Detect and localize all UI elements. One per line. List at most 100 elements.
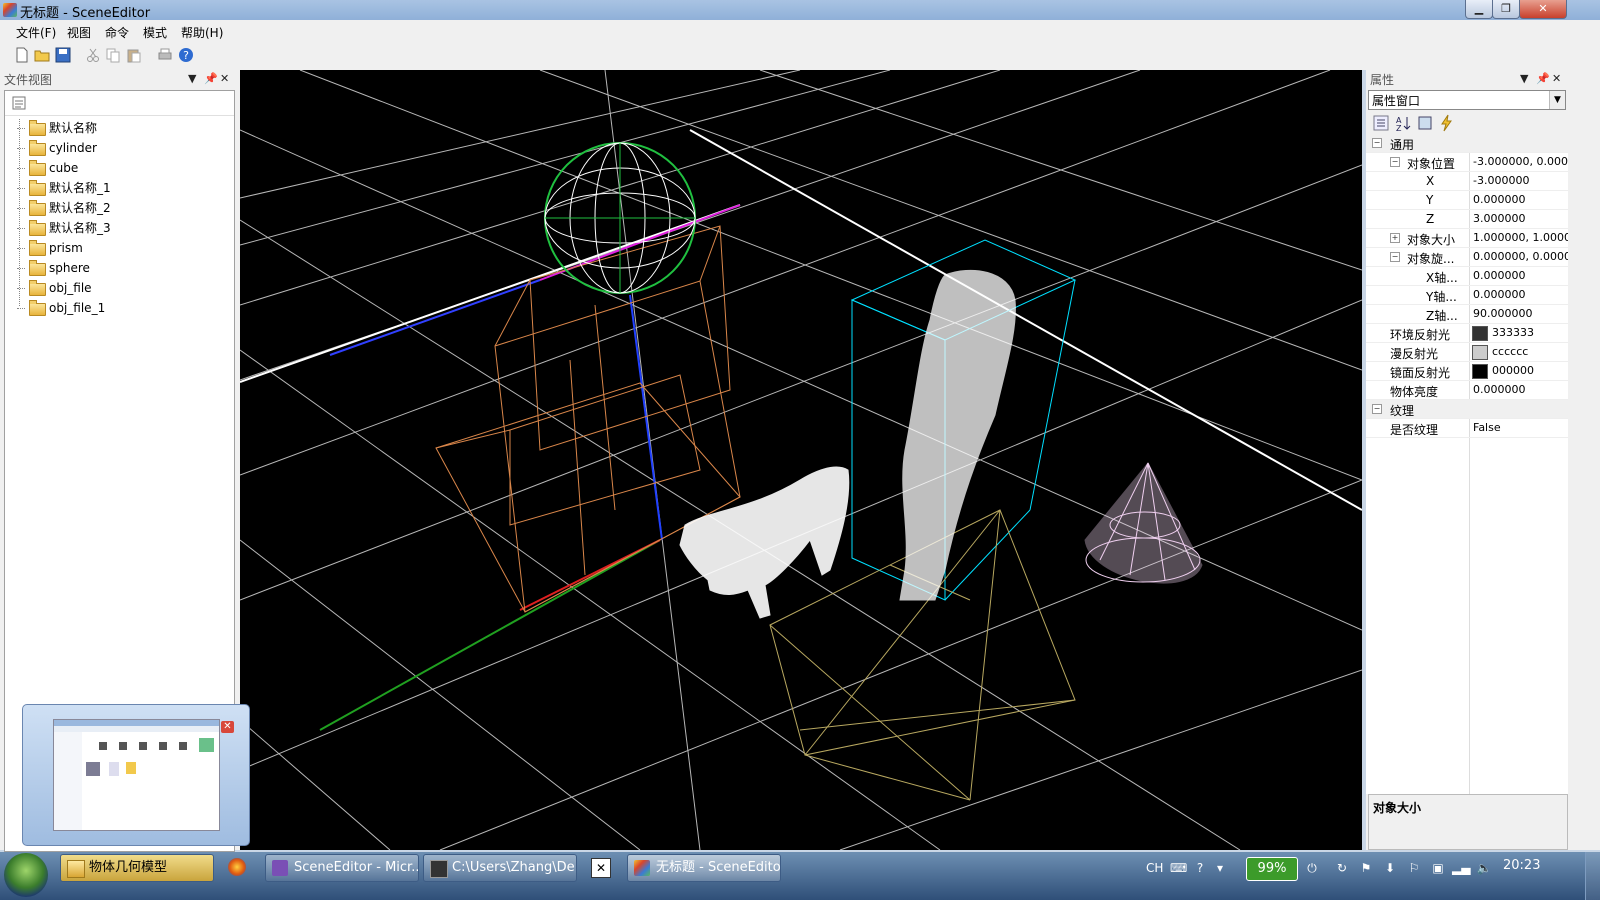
network-icon[interactable]: ▂▄	[1452, 860, 1470, 876]
sync-icon[interactable]: ↻	[1334, 860, 1350, 876]
taskbar-item[interactable]: C:\Users\Zhang\De...	[423, 854, 577, 882]
taskbar-item[interactable]: SceneEditor - Micr...	[265, 854, 419, 882]
taskbar-thumbnail-preview[interactable]: ✕	[22, 704, 250, 846]
property-row[interactable]: Y 0.000000	[1366, 191, 1568, 210]
color-swatch	[1472, 326, 1488, 341]
axis-y	[629, 294, 663, 541]
chevron-down-icon[interactable]: ▾	[1212, 860, 1228, 876]
property-pages-icon[interactable]	[1416, 114, 1434, 132]
collapse-icon[interactable]: −	[1390, 157, 1400, 167]
property-row[interactable]: − 对象位置 -3.000000, 0.000...	[1366, 153, 1568, 172]
color-swatch	[1472, 345, 1488, 360]
update-icon[interactable]: ⬇	[1382, 860, 1398, 876]
expand-icon[interactable]: +	[1390, 233, 1400, 243]
power-icon[interactable]: ⏻	[1304, 860, 1320, 876]
sphere-wireframe	[544, 142, 696, 294]
app-x-icon[interactable]: ✕	[591, 858, 611, 878]
title-bar: 无标题 - SceneEditor ▁ ❐ ✕	[0, 0, 1600, 21]
property-row[interactable]: Z 3.000000	[1366, 210, 1568, 229]
help-icon[interactable]: ?	[178, 47, 194, 63]
property-row[interactable]: X轴... 0.000000	[1366, 267, 1568, 286]
right-margin	[1568, 70, 1600, 850]
collapse-icon[interactable]: −	[1372, 138, 1382, 148]
menu-mode[interactable]: 模式	[143, 24, 167, 41]
new-icon[interactable]	[14, 47, 30, 63]
close-icon[interactable]: ✕	[221, 721, 234, 733]
color-swatch	[1472, 364, 1488, 379]
property-row[interactable]: 镜面反射光 000000	[1366, 362, 1568, 381]
chevron-down-icon[interactable]: ▼	[1549, 91, 1565, 109]
property-row[interactable]: 漫反射光 cccccc	[1366, 343, 1568, 362]
select-value: 属性窗口	[1372, 94, 1421, 108]
folder-icon	[29, 220, 46, 236]
close-icon[interactable]: ✕	[220, 72, 229, 85]
property-row[interactable]: 物体亮度 0.000000	[1366, 381, 1568, 400]
file-view-title: 文件视图	[4, 73, 53, 87]
toolbar: ?	[0, 42, 1600, 70]
ground-grid	[240, 70, 1362, 850]
menu-command[interactable]: 命令	[105, 24, 129, 41]
folder-icon	[67, 860, 85, 878]
categorized-icon[interactable]	[1372, 114, 1390, 132]
close-button[interactable]: ✕	[1519, 0, 1567, 19]
dropdown-icon[interactable]: ▼	[188, 72, 196, 85]
menu-bar: 文件(F) 视图 命令 模式 帮助(H)	[0, 20, 1600, 43]
menu-help[interactable]: 帮助(H)	[181, 24, 223, 41]
property-row[interactable]: X -3.000000	[1366, 172, 1568, 191]
maximize-button[interactable]: ❐	[1492, 0, 1520, 19]
category-general[interactable]: − 通用	[1366, 134, 1568, 153]
clock[interactable]: 20:23	[1503, 858, 1540, 873]
folder-icon	[29, 160, 46, 176]
folder-icon	[29, 180, 46, 196]
property-row[interactable]: −对象旋... 0.000000, 0.0000...	[1366, 248, 1568, 267]
taskbar-item[interactable]: 物体几何模型	[60, 854, 214, 882]
flag-icon[interactable]: ⚐	[1406, 860, 1422, 876]
volume-icon[interactable]: 🔈	[1476, 860, 1492, 876]
taskbar-item-active[interactable]: 无标题 - SceneEditor	[627, 854, 781, 882]
properties-object-select[interactable]: 属性窗口 ▼	[1368, 90, 1566, 110]
3d-viewport[interactable]	[240, 70, 1362, 850]
pin-icon[interactable]: 📌	[204, 72, 218, 85]
help-icon[interactable]: ?	[1192, 860, 1208, 876]
property-row[interactable]: Y轴... 0.000000	[1366, 286, 1568, 305]
category-texture[interactable]: − 纹理	[1366, 400, 1568, 419]
collapse-icon[interactable]: −	[1372, 404, 1382, 414]
folder-icon	[29, 260, 46, 276]
start-button[interactable]	[4, 853, 48, 897]
property-row[interactable]: 是否纹理 False	[1366, 419, 1568, 438]
language-indicator[interactable]: CH	[1146, 860, 1163, 876]
scene-canvas[interactable]	[240, 70, 1362, 850]
close-icon[interactable]: ✕	[1552, 72, 1561, 85]
cut-icon[interactable]	[85, 47, 101, 63]
paste-icon[interactable]	[126, 47, 142, 63]
property-grid: − 通用 − 对象位置 -3.000000, 0.000... X -3.0000…	[1366, 134, 1568, 794]
sort-alpha-icon[interactable]: AZ	[1394, 114, 1412, 132]
axis-green	[319, 539, 661, 731]
property-row[interactable]: 环境反射光 333333	[1366, 324, 1568, 343]
description-title: 对象大小	[1373, 801, 1422, 815]
device-icon[interactable]: ▣	[1430, 860, 1446, 876]
folder-icon	[29, 200, 46, 216]
cow-model	[679, 466, 850, 619]
show-desktop-button[interactable]	[1585, 852, 1600, 900]
open-icon[interactable]	[34, 47, 50, 63]
print-icon[interactable]	[157, 47, 173, 63]
minimize-button[interactable]: ▁	[1465, 0, 1493, 19]
dropdown-icon[interactable]: ▼	[1520, 72, 1528, 85]
axis-z	[689, 129, 1362, 511]
events-icon[interactable]	[1438, 114, 1456, 132]
property-row[interactable]: +对象大小 1.000000, 1.0000...	[1366, 229, 1568, 248]
menu-view[interactable]: 视图	[67, 24, 91, 41]
save-icon[interactable]	[55, 47, 71, 63]
property-row[interactable]: Z轴... 90.000000	[1366, 305, 1568, 324]
properties-icon[interactable]	[11, 95, 27, 111]
security-icon[interactable]: ⚑	[1358, 860, 1374, 876]
pin-icon[interactable]: 📌	[1536, 72, 1550, 85]
menu-file[interactable]: 文件(F)	[16, 24, 56, 41]
folder-icon	[29, 280, 46, 296]
firefox-icon[interactable]	[228, 858, 246, 876]
copy-icon[interactable]	[105, 47, 121, 63]
collapse-icon[interactable]: −	[1390, 252, 1400, 262]
keyboard-icon[interactable]: ⌨	[1170, 860, 1187, 876]
battery-indicator[interactable]: 99%	[1246, 857, 1298, 881]
